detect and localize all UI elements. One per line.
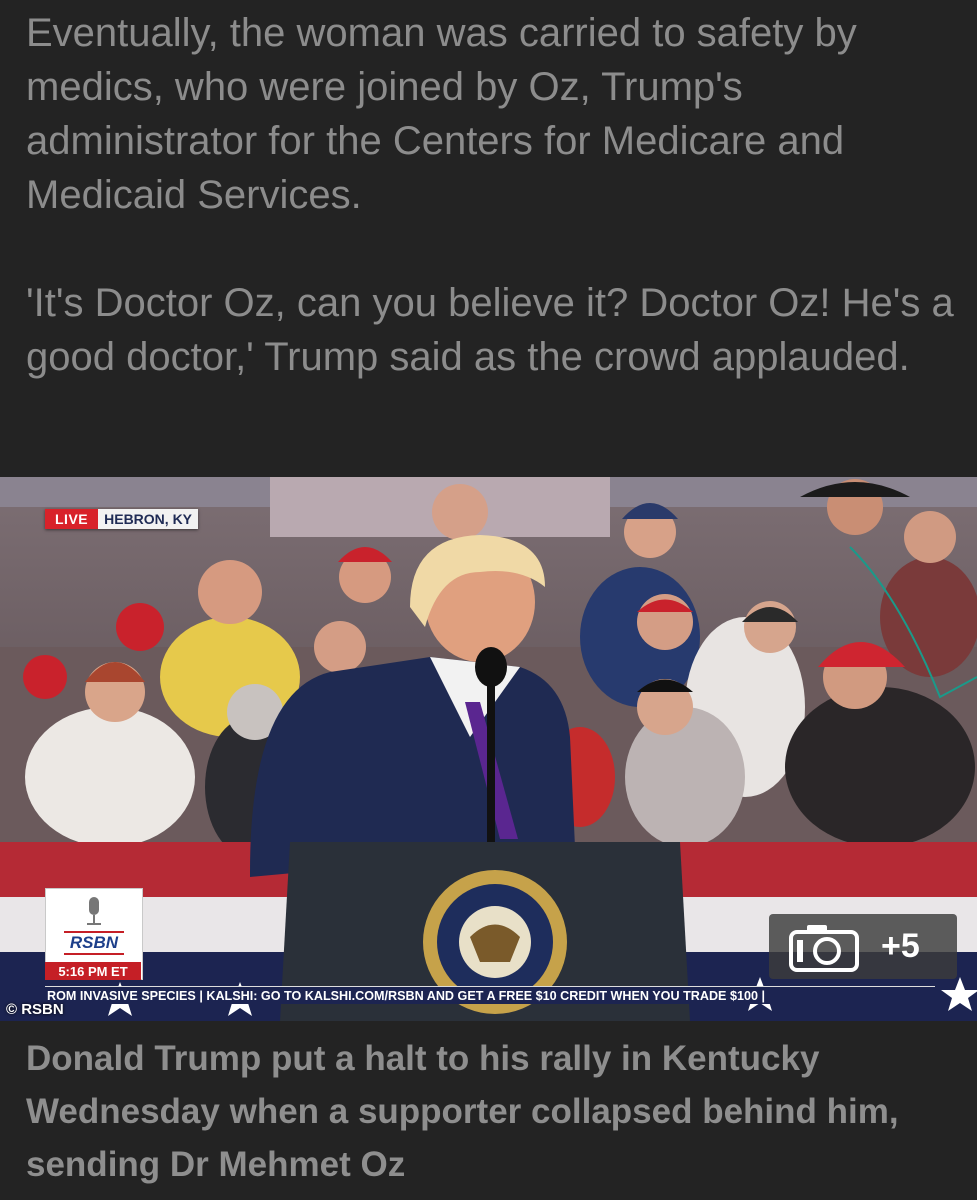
news-ticker: ROM INVASIVE SPECIES | KALSHI: GO TO KAL…	[45, 986, 935, 1004]
camera-icon	[789, 924, 859, 972]
article-paragraph: 'It's Doctor Oz, can you believe it? Doc…	[26, 281, 954, 379]
live-label: LIVE	[45, 509, 99, 529]
location-label: HEBRON, KY	[98, 509, 199, 529]
network-name: RSBN	[63, 931, 125, 955]
photo-credit: © RSBN	[6, 1001, 64, 1018]
live-banner: LIVE HEBRON, KY	[45, 509, 199, 529]
article-paragraph: Eventually, the woman was carried to saf…	[26, 11, 857, 217]
photo-caption: Donald Trump put a halt to his rally in …	[26, 1039, 899, 1184]
gallery-button[interactable]: +5	[769, 914, 957, 979]
broadcast-time: 5:16 PM ET	[45, 962, 141, 980]
article-body: Eventually, the woman was carried to saf…	[26, 6, 956, 384]
microphone-icon	[87, 897, 101, 925]
article-photo[interactable]: LIVE HEBRON, KY RSBN 5:16 PM ET ROM INVA…	[0, 477, 977, 1021]
gallery-count: +5	[881, 927, 920, 965]
